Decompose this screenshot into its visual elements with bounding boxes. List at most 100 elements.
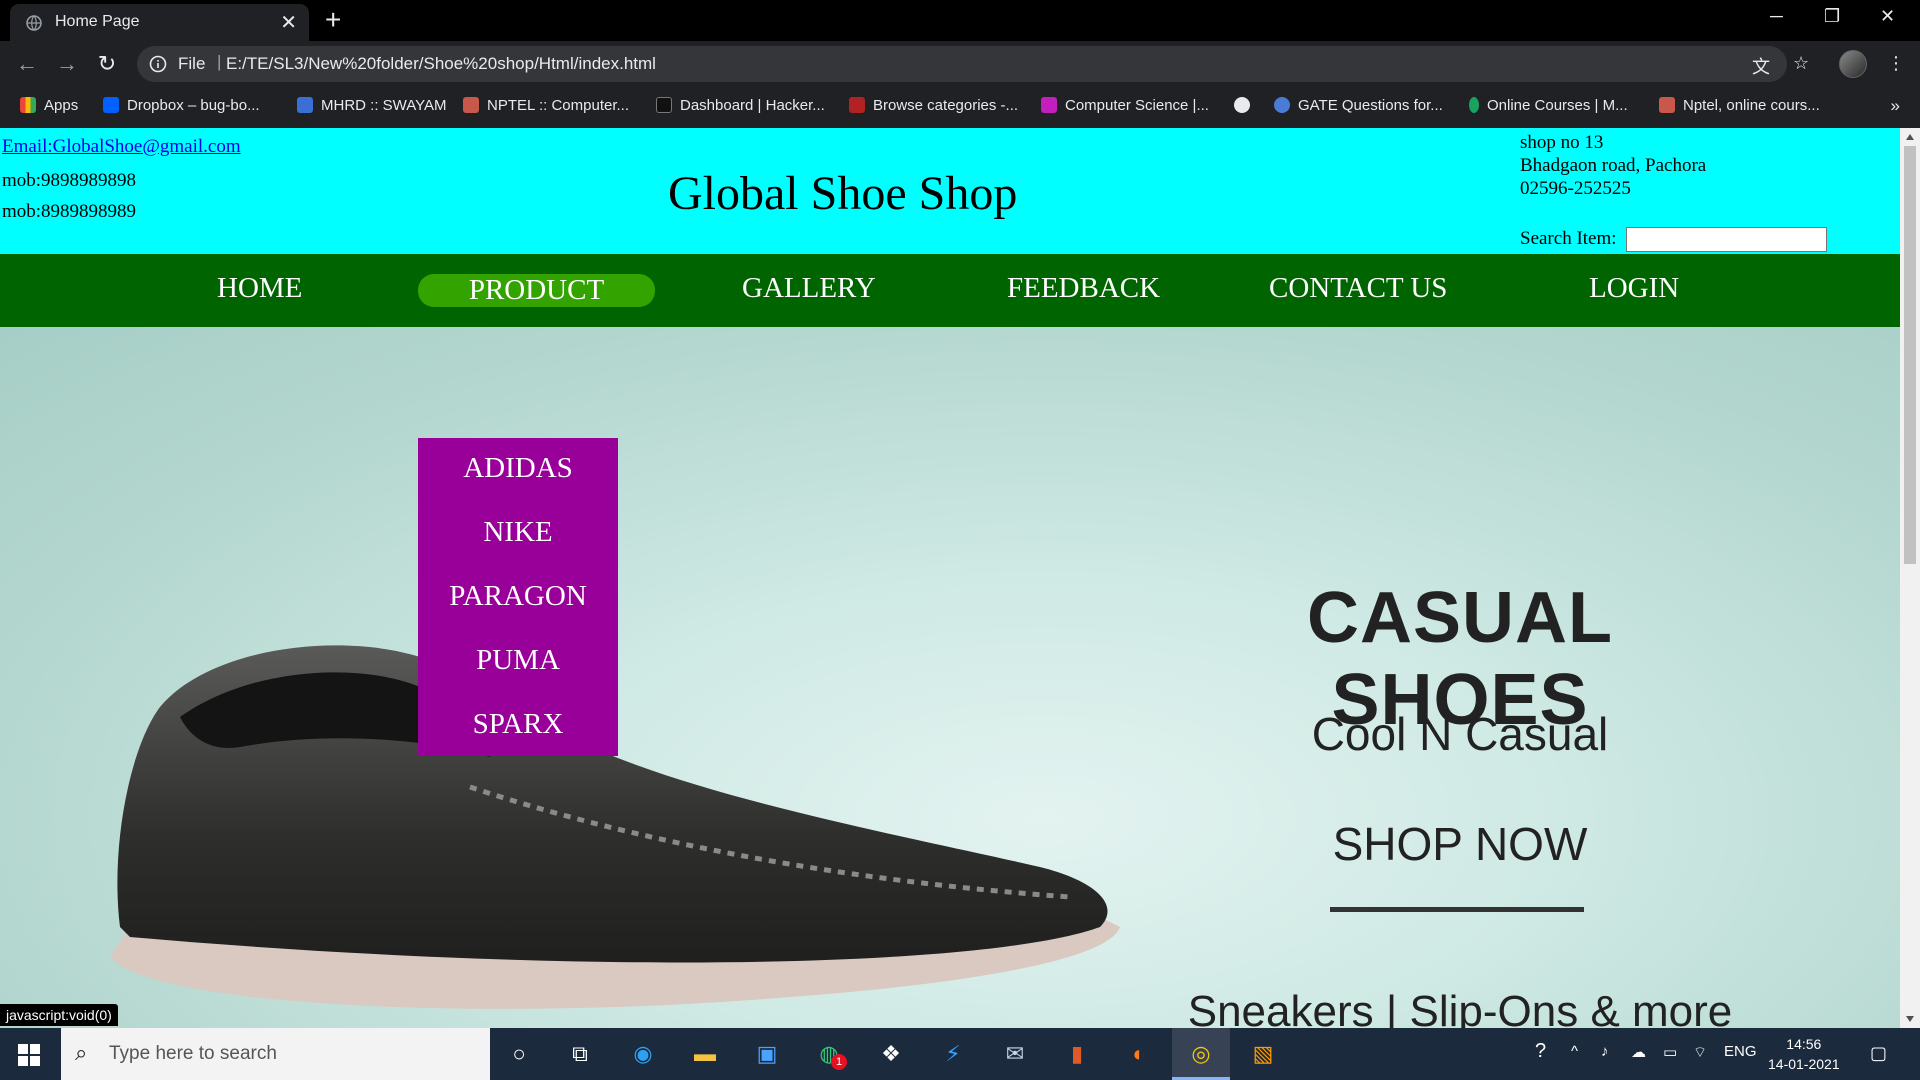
hero-banner[interactable]: CASUAL SHOES Cool N Casual SHOP NOW Snea… xyxy=(0,327,1900,1028)
volume-icon[interactable]: ♪ xyxy=(1601,1043,1609,1060)
forward-arrow-icon[interactable]: → xyxy=(52,49,82,79)
url-separator: | xyxy=(217,52,222,71)
globe-icon xyxy=(1234,97,1250,113)
windows-start-icon[interactable] xyxy=(18,1044,40,1066)
leaf-icon xyxy=(1469,97,1479,113)
language-indicator[interactable]: ENG xyxy=(1724,1043,1757,1060)
site-title: Global Shoe Shop xyxy=(668,167,1018,220)
dropbox-icon[interactable]: ❖ xyxy=(875,1038,907,1070)
bookmark-online-courses[interactable]: Online Courses | M... xyxy=(1469,97,1628,114)
shop-now-underline xyxy=(1330,907,1584,912)
bookmark-computer-science[interactable]: Computer Science |... xyxy=(1041,97,1209,114)
onedrive-icon[interactable]: ☁ xyxy=(1631,1043,1646,1061)
search-label: Search Item: xyxy=(1520,228,1617,249)
taskbar-search-placeholder: Type here to search xyxy=(109,1043,277,1064)
sublime-icon[interactable]: ▧ xyxy=(1247,1038,1279,1070)
tab-close-icon[interactable]: ✕ xyxy=(280,10,297,35)
scroll-thumb[interactable] xyxy=(1904,146,1916,564)
bookmark-star-icon[interactable]: ☆ xyxy=(1793,53,1809,74)
bookmarks-bar: Apps Dropbox – bug-bo... MHRD :: SWAYAM … xyxy=(0,87,1920,128)
scroll-down-icon[interactable] xyxy=(1906,1016,1914,1022)
swayam-icon xyxy=(297,97,313,113)
clock-time: 14:56 xyxy=(1786,1036,1822,1052)
mobile-number-1: mob:9898989898 xyxy=(2,170,137,191)
tab-title: Home Page xyxy=(55,13,140,30)
vscode-icon[interactable]: ⚡ xyxy=(937,1038,969,1070)
chrome-icon[interactable]: ◎ xyxy=(1172,1028,1230,1080)
status-bar-url: javascript:void(0) xyxy=(0,1004,118,1026)
site-header: Email:GlobalShoe@gmail.com mob:989898989… xyxy=(0,128,1900,254)
new-tab-button[interactable]: + xyxy=(325,5,341,35)
bookmark-hackerrank[interactable]: Dashboard | Hacker... xyxy=(656,97,825,114)
minimize-icon[interactable]: ─ xyxy=(1770,6,1783,27)
translate-icon[interactable]: 文 xyxy=(1752,53,1770,79)
whatsapp-icon[interactable]: ◍ 1 xyxy=(813,1038,847,1070)
bookmarks-more-icon[interactable]: » xyxy=(1891,96,1900,116)
address-line-3: 02596-252525 xyxy=(1520,178,1631,199)
file-explorer-icon[interactable]: ▬ xyxy=(689,1038,721,1070)
nav-product[interactable]: PRODUCT xyxy=(418,274,655,307)
bookmark-gate-questions[interactable]: GATE Questions for... xyxy=(1274,97,1443,114)
dropdown-item-puma[interactable]: PUMA xyxy=(418,644,618,677)
office-icon[interactable]: ▮ xyxy=(1061,1038,1093,1070)
bookmark-swayam[interactable]: MHRD :: SWAYAM xyxy=(297,97,447,114)
bookmark-nptel-online[interactable]: Nptel, online cours... xyxy=(1659,97,1820,114)
nav-feedback[interactable]: FEEDBACK xyxy=(1007,272,1160,305)
restore-icon[interactable]: ❐ xyxy=(1824,6,1840,27)
dropdown-item-sparx[interactable]: SPARX xyxy=(418,708,618,741)
hero-tagline: Cool N Casual xyxy=(1311,708,1609,760)
bookmark-dropbox[interactable]: Dropbox – bug-bo... xyxy=(103,97,260,114)
main-nav: HOME PRODUCT GALLERY FEEDBACK CONTACT US… xyxy=(0,254,1900,327)
url-scheme: File xyxy=(178,54,206,73)
menu-kebab-icon[interactable]: ⋮ xyxy=(1887,53,1905,74)
nav-gallery[interactable]: GALLERY xyxy=(742,272,876,305)
firefox-icon[interactable]: ◐ xyxy=(1123,1038,1155,1070)
address-bar[interactable]: File | E:/TE/SL3/New%20folder/Shoe%20sho… xyxy=(137,46,1787,82)
search-input[interactable] xyxy=(1626,227,1827,252)
back-arrow-icon[interactable]: ← xyxy=(12,49,42,79)
close-window-icon[interactable]: ✕ xyxy=(1880,6,1895,27)
mail-icon[interactable]: ✉ xyxy=(999,1038,1031,1070)
bookmark-apps[interactable]: Apps xyxy=(20,97,78,114)
hero-shop-now-link[interactable]: SHOP NOW xyxy=(1170,817,1750,871)
scroll-up-icon[interactable] xyxy=(1906,134,1914,140)
hackerrank-icon xyxy=(656,97,672,113)
shop-address: shop no 13 Bhadgaon road, Pachora 02596-… xyxy=(1520,131,1706,200)
nptel-icon xyxy=(463,97,479,113)
reload-icon[interactable]: ↻ xyxy=(92,49,122,79)
battery-icon[interactable]: ▭ xyxy=(1663,1043,1677,1061)
wifi-icon[interactable]: ⌔ xyxy=(1693,1043,1707,1062)
notifications-icon[interactable]: ▢ xyxy=(1870,1043,1887,1064)
browser-tab[interactable]: Home Page ✕ xyxy=(10,4,309,41)
nav-home[interactable]: HOME xyxy=(217,272,302,305)
help-icon[interactable]: ? xyxy=(1535,1040,1546,1063)
gate-icon xyxy=(1274,97,1290,113)
profile-avatar[interactable] xyxy=(1839,50,1867,78)
address-line-1: shop no 13 xyxy=(1520,132,1604,153)
cortana-icon[interactable]: ○ xyxy=(503,1038,535,1070)
notification-badge: 1 xyxy=(831,1054,847,1070)
task-view-icon[interactable]: ⧉ xyxy=(564,1038,596,1070)
edge-icon[interactable]: ◉ xyxy=(627,1038,659,1070)
dropdown-item-nike[interactable]: NIKE xyxy=(418,516,618,549)
categories-icon xyxy=(849,97,865,113)
dropdown-item-adidas[interactable]: ADIDAS xyxy=(418,452,618,485)
bookmark-browse-categories[interactable]: Browse categories -... xyxy=(849,97,1018,114)
nav-login[interactable]: LOGIN xyxy=(1589,272,1679,305)
dropbox-icon xyxy=(103,97,119,113)
windows-taskbar: ⌕ Type here to search ○ ⧉ ◉ ▬ ▣ ◍ 1 ❖ ⚡ … xyxy=(0,1028,1920,1080)
mobile-number-2: mob:8989898989 xyxy=(2,201,137,222)
bookmark-nptel[interactable]: NPTEL :: Computer... xyxy=(463,97,629,114)
page-scrollbar[interactable] xyxy=(1900,128,1920,1028)
nav-contact-us[interactable]: CONTACT US xyxy=(1269,272,1447,305)
bookmark-globe[interactable] xyxy=(1234,97,1258,114)
g-icon xyxy=(1041,97,1057,113)
dropdown-item-paragon[interactable]: PARAGON xyxy=(418,580,618,613)
store-icon[interactable]: ▣ xyxy=(751,1038,783,1070)
system-clock[interactable]: 14:56 14-01-2021 xyxy=(1768,1034,1840,1074)
taskbar-search-box[interactable]: ⌕ Type here to search xyxy=(61,1028,490,1080)
url-text[interactable]: E:/TE/SL3/New%20folder/Shoe%20shop/Html/… xyxy=(226,54,656,74)
email-link[interactable]: Email:GlobalShoe@gmail.com xyxy=(2,136,241,158)
info-icon[interactable] xyxy=(149,55,167,73)
chevron-up-icon[interactable]: ^ xyxy=(1571,1043,1578,1060)
